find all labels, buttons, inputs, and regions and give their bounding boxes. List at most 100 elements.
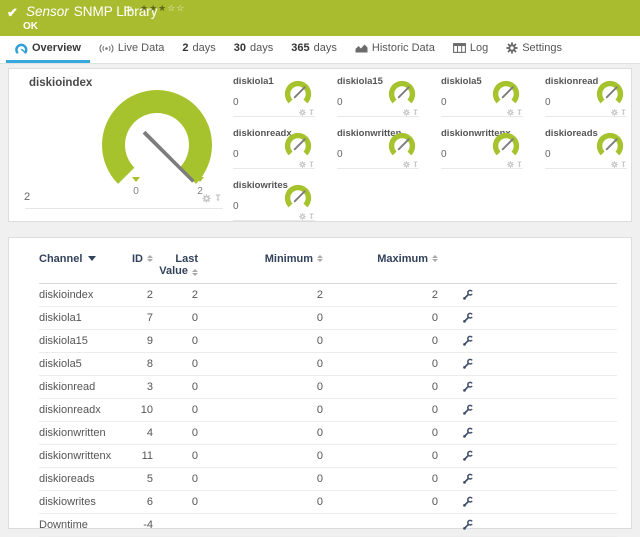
channel-settings-wrench-icon[interactable] bbox=[462, 335, 474, 347]
divider bbox=[337, 116, 419, 117]
gauge-pin-icon[interactable] bbox=[214, 194, 222, 203]
cell-minimum: 0 bbox=[198, 427, 323, 439]
cell-id: 4 bbox=[119, 427, 153, 439]
star-empty-icons[interactable]: ☆☆ bbox=[167, 3, 185, 13]
cell-maximum: 0 bbox=[323, 404, 438, 416]
gauge-settings-gear-icon[interactable] bbox=[299, 213, 306, 220]
gauge-settings-gear-icon[interactable] bbox=[202, 194, 211, 203]
gauge-pin-icon[interactable] bbox=[308, 109, 315, 116]
cell-channel: diskionwritten bbox=[39, 427, 119, 439]
cell-minimum: 2 bbox=[198, 289, 323, 301]
channel-settings-wrench-icon[interactable] bbox=[462, 496, 474, 508]
channel-settings-wrench-icon[interactable] bbox=[462, 404, 474, 416]
gauge-settings-gear-icon[interactable] bbox=[507, 161, 514, 168]
gauge-pin-icon[interactable] bbox=[412, 109, 419, 116]
gauge-pin-icon[interactable] bbox=[308, 213, 315, 220]
cell-id: 9 bbox=[119, 335, 153, 347]
gauge-pin-icon[interactable] bbox=[308, 161, 315, 168]
tab-30-days[interactable]: 30 days bbox=[225, 36, 283, 63]
gauge-pin-icon[interactable] bbox=[516, 161, 523, 168]
tab-log[interactable]: Log bbox=[444, 36, 497, 63]
channel-settings-wrench-icon[interactable] bbox=[462, 289, 474, 301]
channel-value: 0 bbox=[233, 97, 239, 108]
tab-label: Historic Data bbox=[372, 42, 435, 54]
column-label: Value bbox=[159, 265, 188, 277]
mini-gauge-cell: diskiowrites 0 bbox=[226, 175, 321, 225]
mini-gauge-cell: diskionreadx 0 bbox=[226, 123, 321, 173]
tab-label: days bbox=[314, 42, 337, 54]
gauge-settings-gear-icon[interactable] bbox=[507, 109, 514, 116]
cell-last-value: 2 bbox=[153, 289, 198, 301]
channel-settings-wrench-icon[interactable] bbox=[462, 358, 474, 370]
mini-gauge-cell: diskionwrittenx 0 bbox=[434, 123, 529, 173]
channel-settings-wrench-icon[interactable] bbox=[462, 519, 474, 531]
column-header-id[interactable]: ID bbox=[119, 250, 153, 283]
priority-stars[interactable]: ★★★☆☆ bbox=[140, 3, 185, 14]
channel-value: 0 bbox=[337, 149, 343, 160]
cell-minimum: 0 bbox=[198, 450, 323, 462]
gauge-current-value: 2 bbox=[24, 191, 30, 203]
table-row: diskionreadx 10 0 0 0 bbox=[39, 399, 617, 422]
gauge-arc bbox=[593, 130, 627, 162]
channel-settings-wrench-icon[interactable] bbox=[462, 312, 474, 324]
gauge-pin-icon[interactable] bbox=[412, 161, 419, 168]
channel-value: 0 bbox=[337, 97, 343, 108]
gauge-arc bbox=[593, 78, 627, 110]
star-filled-icons[interactable]: ★★★ bbox=[140, 3, 167, 13]
cell-channel: Downtime bbox=[39, 519, 119, 531]
column-header-minimum[interactable]: Minimum bbox=[198, 250, 323, 283]
table-body: diskioindex 2 2 2 2 diskiola1 7 0 0 0 di… bbox=[39, 284, 617, 537]
sort-desc-icon bbox=[88, 256, 96, 261]
tab-2-days[interactable]: 2 days bbox=[173, 36, 224, 63]
gauge-arc bbox=[489, 78, 523, 110]
gauge-settings-gear-icon[interactable] bbox=[403, 109, 410, 116]
cell-id: 5 bbox=[119, 473, 153, 485]
tab-number: 365 bbox=[291, 42, 309, 54]
channel-settings-wrench-icon[interactable] bbox=[462, 473, 474, 485]
channel-settings-wrench-icon[interactable] bbox=[462, 427, 474, 439]
tab-365-days[interactable]: 365 days bbox=[282, 36, 346, 63]
column-label: Channel bbox=[39, 253, 82, 265]
cell-maximum: 0 bbox=[323, 496, 438, 508]
cell-minimum: 0 bbox=[198, 404, 323, 416]
cell-id: 3 bbox=[119, 381, 153, 393]
cell-id: 6 bbox=[119, 496, 153, 508]
cell-channel: diskionwrittenx bbox=[39, 450, 119, 462]
sensor-kind-label: Sensor bbox=[26, 4, 69, 19]
gauges-panel: diskioindex 0 2 2 diskiola1 0 diskiola15… bbox=[8, 68, 632, 222]
tab-historic-data[interactable]: Historic Data bbox=[346, 36, 444, 63]
cell-channel: diskionread bbox=[39, 381, 119, 393]
gauge-settings-gear-icon[interactable] bbox=[611, 161, 618, 168]
tab-overview[interactable]: Overview bbox=[6, 36, 90, 63]
column-header-maximum[interactable]: Maximum bbox=[323, 250, 438, 283]
channel-label: diskiola15 bbox=[337, 76, 383, 87]
column-header-channel[interactable]: Channel bbox=[39, 250, 119, 283]
gauge-pin-icon[interactable] bbox=[516, 109, 523, 116]
mini-gauge-cell: diskiola15 0 bbox=[330, 71, 425, 121]
gauge-settings-gear-icon[interactable] bbox=[299, 161, 306, 168]
gauge-pin-icon[interactable] bbox=[620, 109, 627, 116]
cell-last-value: 0 bbox=[153, 473, 198, 485]
gauge-settings-gear-icon[interactable] bbox=[403, 161, 410, 168]
channel-value: 0 bbox=[441, 97, 447, 108]
gauge-pin-icon[interactable] bbox=[620, 161, 627, 168]
channel-settings-wrench-icon[interactable] bbox=[462, 450, 474, 462]
channel-settings-wrench-icon[interactable] bbox=[462, 381, 474, 393]
column-header-last-value[interactable]: Last Value bbox=[153, 250, 198, 283]
flag-icon[interactable] bbox=[124, 3, 132, 21]
cell-maximum: 0 bbox=[323, 450, 438, 462]
cell-minimum: 0 bbox=[198, 312, 323, 324]
cell-minimum: 0 bbox=[198, 335, 323, 347]
tab-live-data[interactable]: Live Data bbox=[90, 36, 173, 63]
gauge-settings-gear-icon[interactable] bbox=[299, 109, 306, 116]
tab-label: Settings bbox=[522, 42, 562, 54]
gauge-settings-gear-icon[interactable] bbox=[611, 109, 618, 116]
table-icon bbox=[453, 43, 466, 53]
cell-maximum: 0 bbox=[323, 427, 438, 439]
gauge-arc bbox=[385, 130, 419, 162]
cell-id: 10 bbox=[119, 404, 153, 416]
gauge-arc bbox=[281, 130, 315, 162]
tab-settings[interactable]: Settings bbox=[497, 36, 571, 63]
cell-maximum: 0 bbox=[323, 381, 438, 393]
cell-channel: diskionreadx bbox=[39, 404, 119, 416]
